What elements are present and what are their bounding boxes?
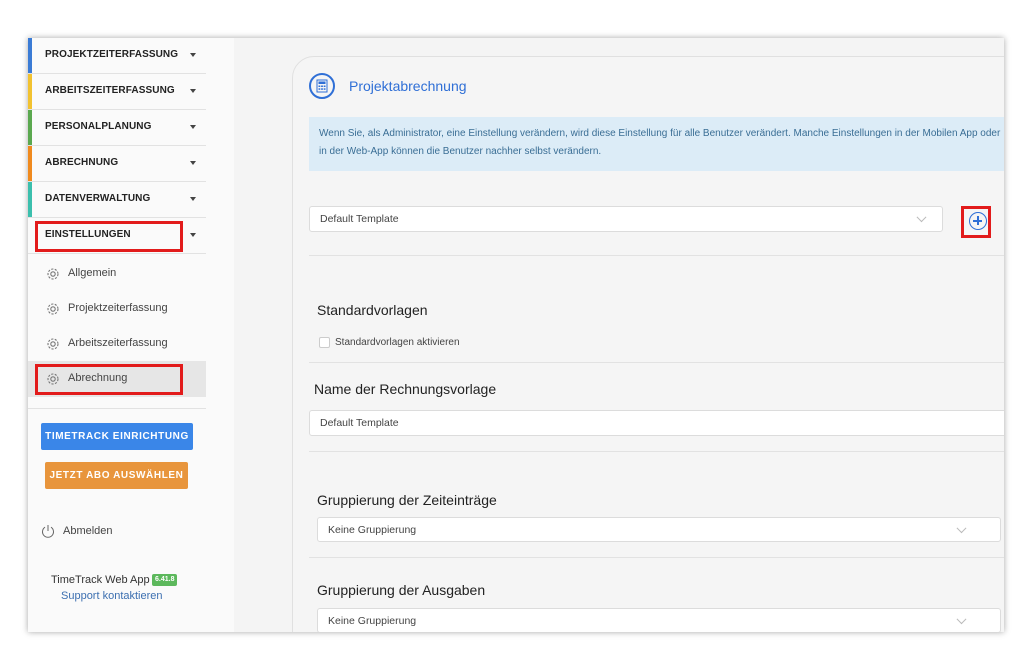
logout-link[interactable]: Abmelden [63,525,113,537]
support-link[interactable]: Support kontaktieren [61,590,163,602]
subnav-label: Allgemein [68,267,117,279]
chevron-down-icon [956,522,967,533]
nav-label: PROJEKTZEITERFASSUNG [45,49,179,60]
section-divider [309,255,1004,256]
add-template-icon[interactable] [969,212,987,230]
expenses-grouping-heading: Gruppierung der Ausgaben [317,582,486,598]
settings-panel: Projektabrechnung Wenn Sie, als Administ… [292,56,1004,632]
select-value: Default Template [320,213,399,225]
standard-templates-checkbox[interactable] [319,337,330,348]
nav-label: ARBEITSZEITERFASSUNG [45,85,175,96]
nav-abrechnung[interactable]: ABRECHNUNG [28,146,206,182]
calculator-icon [309,73,335,99]
nav-datenverwaltung[interactable]: DATENVERWALTUNG [28,182,206,218]
standard-templates-heading: Standardvorlagen [317,302,428,318]
caret-down-icon [190,125,196,129]
section-divider [309,451,1004,452]
sidebar-divider [28,408,206,409]
select-value: Keine Gruppierung [328,523,417,536]
nav-color-bar [28,182,32,217]
power-icon[interactable] [41,524,55,539]
subnav-label: Projektzeiterfassung [68,302,168,314]
subnav-label: Arbeitszeiterfassung [68,337,168,349]
info-banner: Wenn Sie, als Administrator, eine Einste… [309,117,1004,171]
app-name: TimeTrack Web App [51,574,150,586]
nav-color-bar [28,38,32,73]
highlight-box [35,221,183,252]
checkbox-label: Standardvorlagen aktivieren [335,337,460,348]
nav-label: ABRECHNUNG [45,157,119,168]
caret-down-icon [190,233,196,237]
time-entries-grouping-heading: Gruppierung der Zeiteinträge [317,492,497,508]
template-name-input[interactable]: Default Template [309,410,1004,436]
subnav-allgemein[interactable]: Allgemein [28,256,206,292]
nav-personalplanung[interactable]: PERSONALPLANUNG [28,110,206,146]
subnav-projektzeiterfassung[interactable]: Projektzeiterfassung [28,291,206,327]
chevron-down-icon [916,212,927,223]
section-divider [309,362,1004,363]
caret-down-icon [190,53,196,57]
sidebar: PROJEKTZEITERFASSUNG ARBEITSZEITERFASSUN… [28,38,234,632]
timetrack-setup-button[interactable]: TIMETRACK EINRICHTUNG [41,423,193,450]
caret-down-icon [190,161,196,165]
nav-label: DATENVERWALTUNG [45,193,151,204]
app-window: PROJEKTZEITERFASSUNG ARBEITSZEITERFASSUN… [28,38,1004,632]
nav-color-bar [28,74,32,109]
select-value: Keine Gruppierung [328,614,417,627]
nav-arbeitszeiterfassung[interactable]: ARBEITSZEITERFASSUNG [28,74,206,110]
time-entries-grouping-select[interactable]: Keine Gruppierung [317,517,1001,542]
page-title: Projektabrechnung [349,78,467,94]
version-badge: 6.41.8 [152,574,178,586]
section-divider [309,557,1004,558]
subnav-arbeitszeiterfassung[interactable]: Arbeitszeiterfassung [28,326,206,362]
expenses-grouping-select[interactable]: Keine Gruppierung [317,608,1001,632]
template-select[interactable]: Default Template [309,206,943,232]
nav-color-bar [28,110,32,145]
nav-color-bar [28,146,32,181]
gear-icon [47,303,59,315]
caret-down-icon [190,197,196,201]
chevron-down-icon [956,613,967,624]
nav-label: PERSONALPLANUNG [45,121,152,132]
gear-icon [47,338,59,350]
invoice-template-name-heading: Name der Rechnungsvorlage [314,381,497,397]
highlight-box [35,364,183,395]
nav-projektzeiterfassung[interactable]: PROJEKTZEITERFASSUNG [28,38,206,74]
choose-subscription-button[interactable]: JETZT ABO AUSWÄHLEN [45,462,188,489]
caret-down-icon [190,89,196,93]
input-value: Default Template [320,417,399,429]
gear-icon [47,268,59,280]
